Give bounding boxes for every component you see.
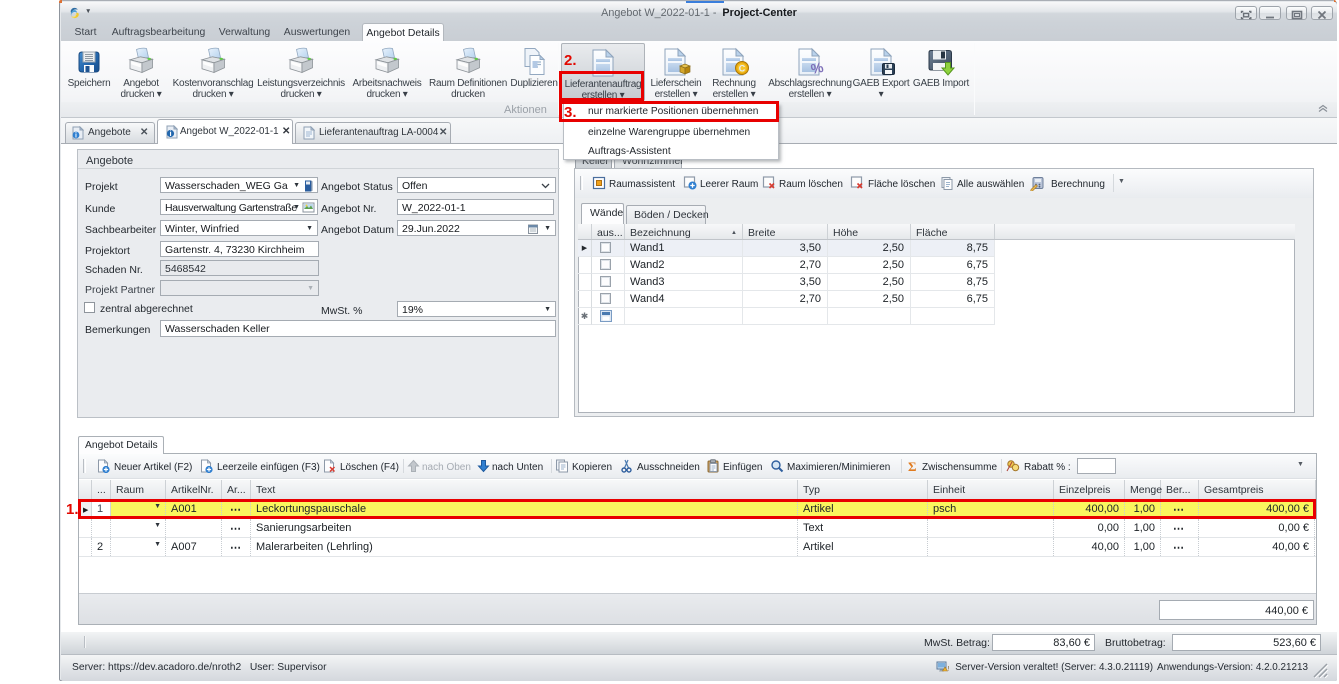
svg-text:i: i <box>169 129 171 138</box>
svg-text:!: ! <box>948 667 950 673</box>
svg-text:Σ: Σ <box>908 459 917 473</box>
